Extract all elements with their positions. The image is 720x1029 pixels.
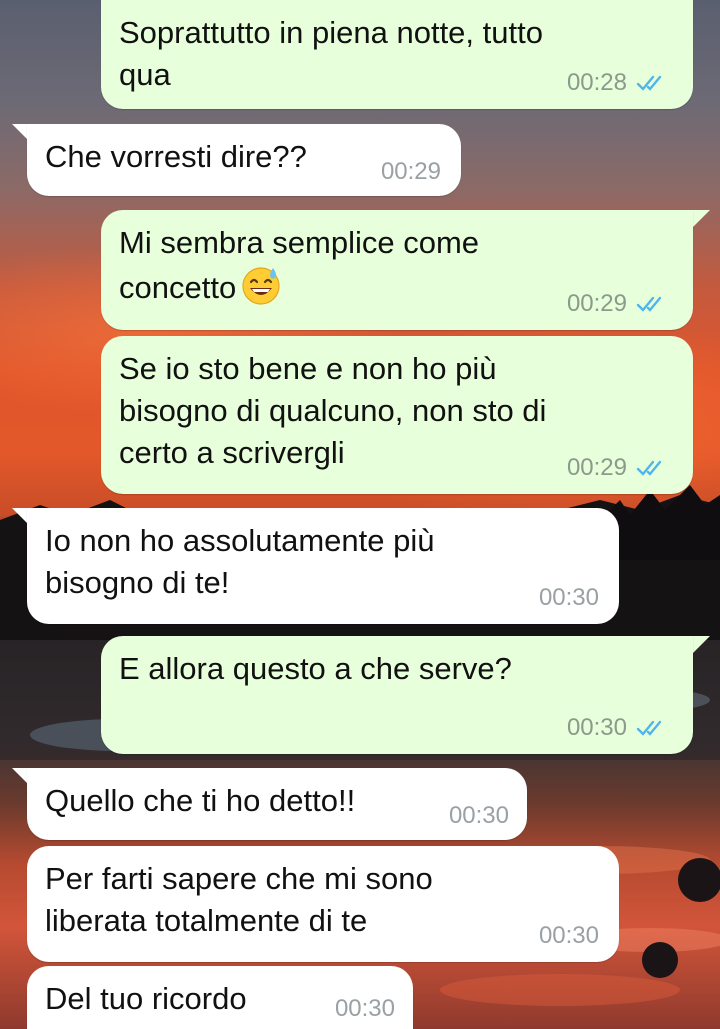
message-bubble-incoming[interactable]: Io non ho assolutamente più bisogno di t…: [27, 508, 619, 624]
read-ticks-icon: [636, 720, 662, 736]
message-time: 00:30: [538, 584, 599, 611]
message-text: Io non ho assolutamente più bisogno di t…: [45, 523, 435, 600]
message-meta: 00:29: [567, 290, 669, 318]
message-time: 00:30: [538, 922, 599, 949]
message-time: 00:30: [448, 802, 509, 829]
message-bubble-incoming[interactable]: Del tuo ricordo 00:30: [27, 966, 413, 1029]
message-meta: 00:30: [539, 922, 599, 950]
message-bubble-incoming[interactable]: Quello che ti ho detto!! 00:30: [27, 768, 527, 840]
message-meta: 00:28: [567, 69, 669, 97]
read-ticks-icon: [636, 296, 662, 312]
message-bubble-outgoing[interactable]: Se io sto bene e non ho più bisogno di q…: [101, 336, 693, 494]
message-meta: 00:30: [539, 584, 599, 612]
message-bubble-outgoing[interactable]: E allora questo a che serve? 00:30: [101, 636, 693, 754]
read-ticks-icon: [636, 460, 662, 476]
message-bubble-outgoing[interactable]: Mi sembra semplice come concetto 00:29: [101, 210, 693, 330]
message-time: 00:29: [566, 454, 627, 481]
message-bubble-outgoing[interactable]: Soprattutto in piena notte, tutto qua 00…: [101, 0, 693, 109]
message-bubble-incoming[interactable]: Per farti sapere che mi sono liberata to…: [27, 846, 619, 962]
message-time: 00:30: [334, 995, 395, 1022]
message-text: Quello che ti ho detto!!: [45, 783, 356, 818]
message-time: 00:28: [566, 69, 627, 96]
message-time: 00:29: [566, 290, 627, 317]
message-text: Per farti sapere che mi sono liberata to…: [45, 861, 433, 938]
message-meta: 00:30: [449, 802, 509, 830]
message-bubble-incoming[interactable]: Che vorresti dire?? 00:29: [27, 124, 461, 196]
message-meta: 00:30: [567, 714, 669, 742]
message-text-content: Mi sembra semplice come concetto: [119, 225, 480, 305]
message-meta: 00:29: [381, 158, 441, 186]
message-text: E allora questo a che serve?: [119, 651, 512, 686]
read-ticks-icon: [636, 75, 662, 91]
grinning-face-with-sweat-emoji: [242, 267, 280, 305]
message-time: 00:29: [380, 158, 441, 185]
message-meta: 00:29: [567, 454, 669, 482]
message-meta: 00:30: [335, 995, 395, 1023]
message-time: 00:30: [566, 714, 627, 741]
